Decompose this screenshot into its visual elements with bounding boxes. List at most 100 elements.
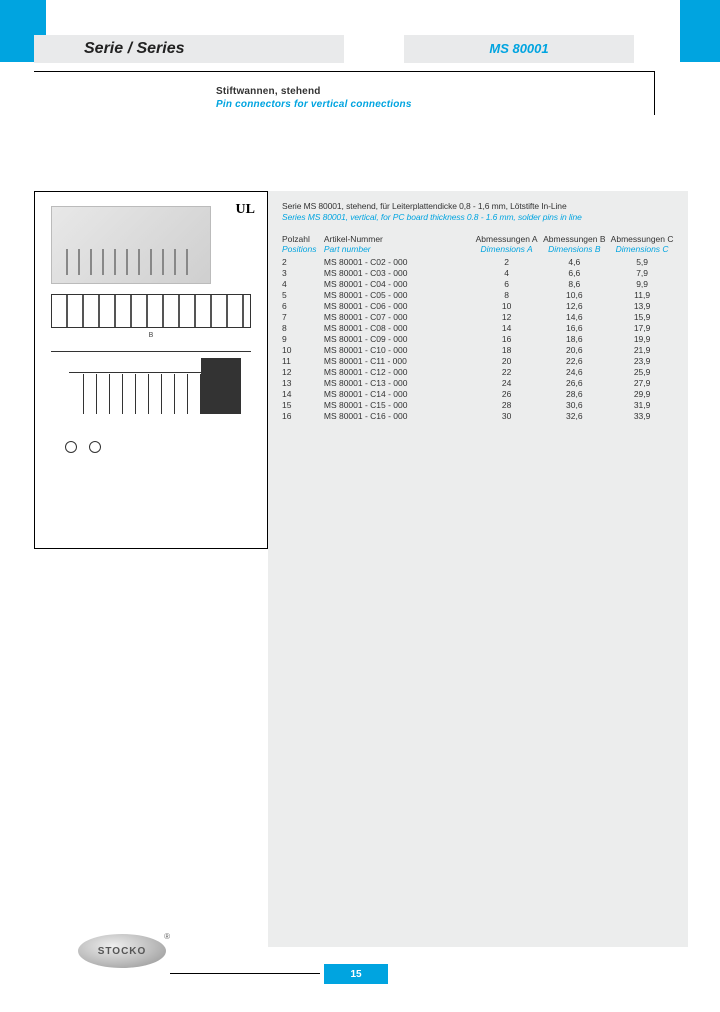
drawing-footprint [59, 431, 179, 471]
table-cell: 12 [282, 366, 324, 377]
table-cell: 10 [282, 344, 324, 355]
table-cell: 30,6 [540, 399, 608, 410]
table-cell: 2 [473, 256, 541, 267]
part-box: MS 80001 [404, 35, 634, 63]
table-cell: 11,9 [608, 289, 676, 300]
table-cell: MS 80001 - C14 - 000 [324, 388, 473, 399]
table-cell: 6,6 [540, 267, 608, 278]
table-cell: 8,6 [540, 278, 608, 289]
table-cell: MS 80001 - C02 - 000 [324, 256, 473, 267]
table-cell: MS 80001 - C10 - 000 [324, 344, 473, 355]
table-cell: 9,9 [608, 278, 676, 289]
series-box: Serie / Series [34, 35, 344, 63]
table-cell: 33,9 [608, 410, 676, 421]
table-cell: 15 [282, 399, 324, 410]
table-cell: 11 [282, 355, 324, 366]
table-cell: MS 80001 - C12 - 000 [324, 366, 473, 377]
table-cell: 3 [282, 267, 324, 278]
table-cell: 22 [473, 366, 541, 377]
table-cell: 6 [282, 300, 324, 311]
table-row: 13MS 80001 - C13 - 0002426,627,9 [282, 377, 676, 388]
table-cell: 30 [473, 410, 541, 421]
table-row: 3MS 80001 - C03 - 00046,67,9 [282, 267, 676, 278]
table-cell: 15,9 [608, 311, 676, 322]
table-cell: MS 80001 - C05 - 000 [324, 289, 473, 300]
table-header-row: Polzahl Positions Artikel-Nummer Part nu… [282, 234, 676, 256]
header-rule-horizontal [34, 71, 654, 72]
table-cell: 27,9 [608, 377, 676, 388]
table-row: 9MS 80001 - C09 - 0001618,619,9 [282, 333, 676, 344]
table-row: 11MS 80001 - C11 - 0002022,623,9 [282, 355, 676, 366]
table-cell: MS 80001 - C15 - 000 [324, 399, 473, 410]
table-cell: 28 [473, 399, 541, 410]
table-cell: MS 80001 - C09 - 000 [324, 333, 473, 344]
table-cell: 21,9 [608, 344, 676, 355]
table-row: 4MS 80001 - C04 - 00068,69,9 [282, 278, 676, 289]
table-cell: 16,6 [540, 322, 608, 333]
table-cell: 5 [282, 289, 324, 300]
footer-rule [170, 973, 320, 974]
dim-label-b: B [43, 332, 259, 339]
table-cell: 18 [473, 344, 541, 355]
table-cell: 20 [473, 355, 541, 366]
table-cell: MS 80001 - C06 - 000 [324, 300, 473, 311]
table-cell: MS 80001 - C07 - 000 [324, 311, 473, 322]
table-row: 6MS 80001 - C06 - 0001012,613,9 [282, 300, 676, 311]
col-part-number: Artikel-Nummer Part number [324, 234, 473, 256]
page-number: 15 [324, 964, 388, 984]
table-cell: 20,6 [540, 344, 608, 355]
table-row: 5MS 80001 - C05 - 000810,611,9 [282, 289, 676, 300]
subtitle-de: Stiftwannen, stehend [216, 86, 412, 97]
table-cell: MS 80001 - C03 - 000 [324, 267, 473, 278]
table-cell: 18,6 [540, 333, 608, 344]
col-positions: Polzahl Positions [282, 234, 324, 256]
table-cell: 10 [473, 300, 541, 311]
subtitle-en: Pin connectors for vertical connections [216, 99, 412, 110]
table-cell: 7 [282, 311, 324, 322]
table-cell: 5,9 [608, 256, 676, 267]
technical-drawing: B [43, 294, 259, 471]
table-cell: 4 [473, 267, 541, 278]
table-row: 10MS 80001 - C10 - 0001820,621,9 [282, 344, 676, 355]
table-cell: 10,6 [540, 289, 608, 300]
table-cell: MS 80001 - C11 - 000 [324, 355, 473, 366]
table-cell: 12,6 [540, 300, 608, 311]
table-cell: 22,6 [540, 355, 608, 366]
table-cell: 4,6 [540, 256, 608, 267]
table-cell: 4 [282, 278, 324, 289]
table-cell: 32,6 [540, 410, 608, 421]
table-cell: 28,6 [540, 388, 608, 399]
table-cell: MS 80001 - C13 - 000 [324, 377, 473, 388]
table-cell: 13 [282, 377, 324, 388]
table-cell: 24,6 [540, 366, 608, 377]
table-cell: 14,6 [540, 311, 608, 322]
spec-table: Polzahl Positions Artikel-Nummer Part nu… [282, 234, 676, 421]
table-cell: 16 [282, 410, 324, 421]
table-cell: 19,9 [608, 333, 676, 344]
panel-heading-de: Serie MS 80001, stehend, für Leiterplatt… [282, 201, 676, 211]
header-row: Serie / Series MS 80001 [34, 33, 654, 65]
table-cell: 23,9 [608, 355, 676, 366]
table-cell: MS 80001 - C04 - 000 [324, 278, 473, 289]
table-cell: 31,9 [608, 399, 676, 410]
table-cell: MS 80001 - C08 - 000 [324, 322, 473, 333]
series-label: Serie / Series [84, 40, 185, 57]
diagram-box: UL B [34, 191, 268, 549]
data-panel: Serie MS 80001, stehend, für Leiterplatt… [268, 191, 688, 947]
table-cell: 9 [282, 333, 324, 344]
col-dim-c: Abmessungen C Dimensions C [608, 234, 676, 256]
table-cell: 17,9 [608, 322, 676, 333]
col-dim-b: Abmessungen B Dimensions B [540, 234, 608, 256]
table-cell: 26,6 [540, 377, 608, 388]
drawing-side-view [51, 351, 251, 425]
product-photo [51, 206, 211, 284]
drawing-top-view [51, 294, 251, 328]
table-cell: 25,9 [608, 366, 676, 377]
table-cell: 24 [473, 377, 541, 388]
logo-text: STOCKO [98, 946, 147, 957]
table-row: 2MS 80001 - C02 - 00024,65,9 [282, 256, 676, 267]
col-dim-a: Abmessungen A Dimensions A [473, 234, 541, 256]
brand-logo: STOCKO ® [78, 934, 166, 970]
table-cell: 14 [282, 388, 324, 399]
table-cell: 16 [473, 333, 541, 344]
